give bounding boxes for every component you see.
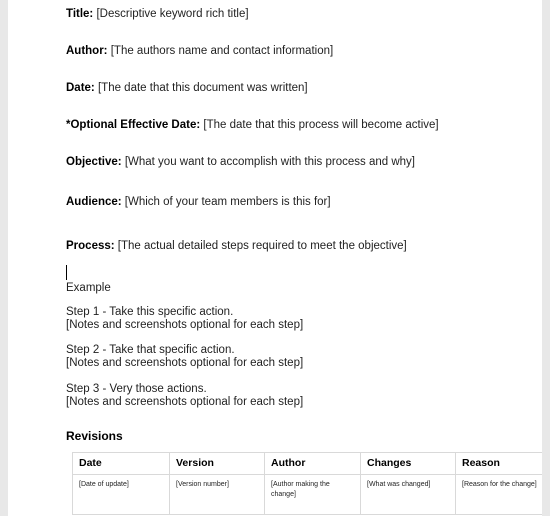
step-3-action: Step 3 - Very those actions. xyxy=(66,383,207,395)
column-header-version: Version xyxy=(169,452,265,475)
field-process-value: [The actual detailed steps required to m… xyxy=(117,240,407,252)
field-title-value: [Descriptive keyword rich title] xyxy=(96,8,249,20)
cell-changes: [What was changed] xyxy=(360,474,456,515)
revisions-table: Date Version Author Changes Reason [Date… xyxy=(72,452,542,515)
field-process: Process: [The actual detailed steps requ… xyxy=(66,239,407,253)
field-date-value: [The date that this document was written… xyxy=(97,82,308,94)
cell-date: [Date of update] xyxy=(72,474,170,515)
field-date-label: Date: xyxy=(66,82,95,94)
text-cursor-caret xyxy=(66,265,67,280)
step-1-action: Step 1 - Take this specific action. xyxy=(66,306,234,318)
field-audience-label: Audience: xyxy=(66,196,122,208)
field-author-value: [The authors name and contact informatio… xyxy=(110,45,334,57)
column-header-reason: Reason xyxy=(455,452,542,475)
field-title-label: Title: xyxy=(66,8,94,20)
step-2-note: [Notes and screenshots optional for each… xyxy=(66,357,304,369)
step-1-note: [Notes and screenshots optional for each… xyxy=(66,319,304,331)
table-header-row: Date Version Author Changes Reason xyxy=(72,452,542,475)
field-title: Title: [Descriptive keyword rich title] xyxy=(66,7,249,21)
table-row: [Date of update] [Version number] [Autho… xyxy=(72,474,542,515)
cell-reason: [Reason for the change] xyxy=(455,474,542,515)
example-label: Example xyxy=(66,282,111,294)
field-process-label: Process: xyxy=(66,240,115,252)
cell-author: [Author making the change] xyxy=(264,474,361,515)
field-author: Author: [The authors name and contact in… xyxy=(66,44,333,58)
column-header-changes: Changes xyxy=(360,452,456,475)
cell-version: [Version number] xyxy=(169,474,265,515)
field-audience-value: [Which of your team members is this for] xyxy=(124,196,331,208)
column-header-author: Author xyxy=(264,452,361,475)
field-optional-effective-date-label: *Optional Effective Date: xyxy=(66,119,201,131)
field-author-label: Author: xyxy=(66,45,108,57)
field-objective-label: Objective: xyxy=(66,156,122,168)
field-audience: Audience: [Which of your team members is… xyxy=(66,195,331,209)
field-optional-effective-date: *Optional Effective Date: [The date that… xyxy=(66,118,439,132)
field-objective-value: [What you want to accomplish with this p… xyxy=(124,156,415,168)
step-2-action: Step 2 - Take that specific action. xyxy=(66,344,235,356)
field-date: Date: [The date that this document was w… xyxy=(66,81,308,95)
step-3-note: [Notes and screenshots optional for each… xyxy=(66,396,304,408)
revisions-heading: Revisions xyxy=(66,429,123,443)
field-objective: Objective: [What you want to accomplish … xyxy=(66,155,415,169)
column-header-date: Date xyxy=(72,452,170,475)
document-page: Title: [Descriptive keyword rich title] … xyxy=(8,0,542,516)
field-optional-effective-date-value: [The date that this process will become … xyxy=(203,119,439,131)
